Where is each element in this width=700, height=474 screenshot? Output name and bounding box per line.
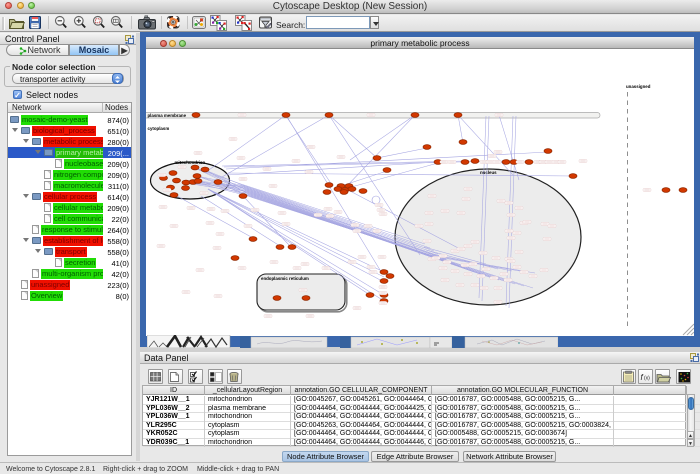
svg-text:plasma membrane: plasma membrane bbox=[148, 113, 187, 118]
svg-text:mitochondrion: mitochondrion bbox=[175, 160, 206, 165]
svg-text:(x): (x) bbox=[644, 376, 650, 382]
svg-text:nucleus: nucleus bbox=[480, 170, 497, 175]
svg-text:endoplasmic reticulum: endoplasmic reticulum bbox=[261, 276, 309, 281]
svg-text:cytoplasm: cytoplasm bbox=[148, 126, 170, 131]
svg-text:unassigned: unassigned bbox=[626, 84, 651, 89]
